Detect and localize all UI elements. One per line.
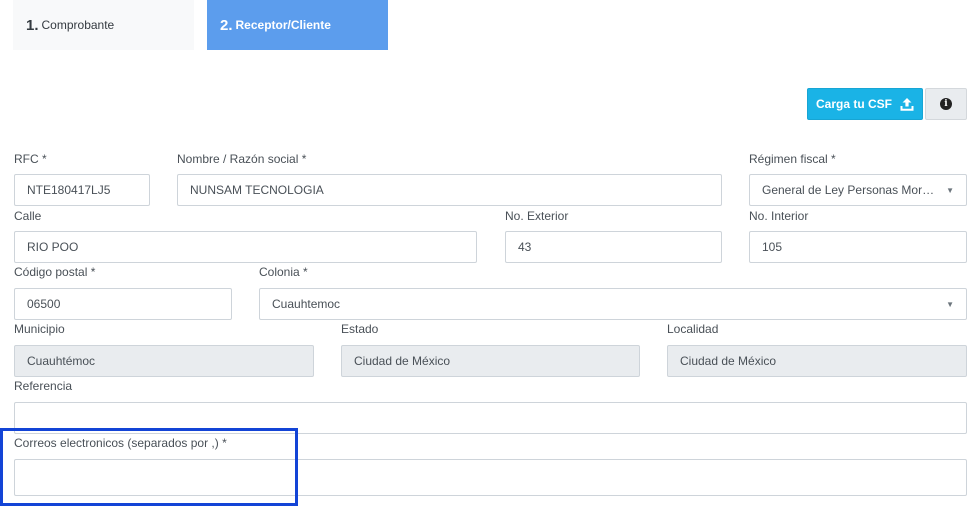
no-exterior-value: 43 (518, 240, 532, 254)
no-interior-field[interactable]: 105 (749, 231, 967, 263)
no-exterior-field[interactable]: 43 (505, 231, 722, 263)
tab-label: Receptor/Cliente (235, 18, 331, 32)
tab-number: 1. (26, 16, 39, 34)
municipio-label: Municipio (14, 322, 65, 336)
info-icon: i (940, 98, 952, 110)
correos-input[interactable] (14, 459, 967, 496)
rfc-field[interactable]: NTE180417LJ5 (14, 174, 150, 206)
no-interior-label: No. Interior (749, 209, 809, 223)
nombre-value: NUNSAM TECNOLOGIA (190, 183, 324, 197)
codigo-postal-field[interactable]: 06500 (14, 288, 232, 320)
referencia-label: Referencia (14, 379, 73, 393)
tab-number: 2. (220, 16, 233, 34)
codigo-postal-label: Código postal * (14, 265, 96, 279)
tab-comprobante[interactable]: 1. Comprobante (13, 0, 194, 50)
estado-field: Ciudad de México (341, 345, 640, 377)
info-button[interactable]: i (925, 88, 967, 120)
municipio-field: Cuauhtémoc (14, 345, 314, 377)
no-exterior-label: No. Exterior (505, 209, 569, 223)
estado-label: Estado (341, 322, 379, 336)
nombre-label: Nombre / Razón social * (177, 152, 307, 166)
tab-receptor-cliente[interactable]: 2. Receptor/Cliente (207, 0, 388, 50)
calle-field[interactable]: RIO POO (14, 231, 477, 263)
colonia-label: Colonia * (259, 265, 308, 279)
localidad-field: Ciudad de México (667, 345, 967, 377)
estado-value: Ciudad de México (354, 354, 451, 368)
rfc-label: RFC * (14, 152, 47, 166)
upload-csf-button[interactable]: Carga tu CSF (807, 88, 923, 120)
colonia-value: Cuauhtemoc (272, 297, 341, 311)
tab-label: Comprobante (41, 18, 115, 32)
localidad-label: Localidad (667, 322, 719, 336)
nombre-field[interactable]: NUNSAM TECNOLOGIA (177, 174, 722, 206)
regimen-label: Régimen fiscal * (749, 152, 836, 166)
upload-csf-label: Carga tu CSF (815, 97, 892, 111)
regimen-value: General de Ley Personas Morales (762, 183, 939, 197)
no-interior-value: 105 (762, 240, 783, 254)
calle-label: Calle (14, 209, 42, 223)
correos-label: Correos electronicos (separados por ,) * (14, 436, 227, 450)
chevron-down-icon: ▼ (946, 185, 954, 195)
municipio-value: Cuauhtémoc (27, 354, 96, 368)
rfc-value: NTE180417LJ5 (27, 183, 111, 197)
regimen-select[interactable]: General de Ley Personas Morales ▼ (749, 174, 967, 206)
chevron-down-icon: ▼ (946, 299, 954, 309)
upload-icon (900, 97, 914, 111)
referencia-input[interactable] (14, 402, 967, 434)
localidad-value: Ciudad de México (680, 354, 777, 368)
colonia-select[interactable]: Cuauhtemoc ▼ (259, 288, 967, 320)
codigo-postal-value: 06500 (27, 297, 61, 311)
calle-value: RIO POO (27, 240, 79, 254)
